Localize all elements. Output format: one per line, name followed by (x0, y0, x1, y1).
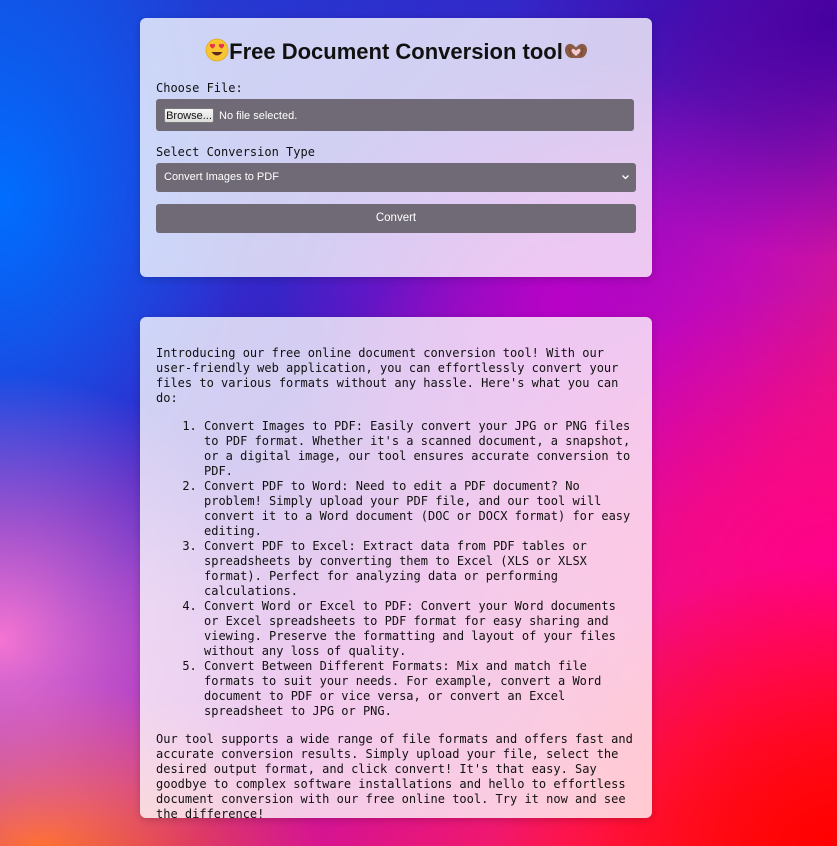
list-item: Convert PDF to Excel: Extract data from … (204, 539, 636, 599)
conversion-type-selected-value: Convert Images to PDF (164, 171, 279, 183)
browse-button[interactable]: Browse... (164, 108, 214, 123)
feature-list: Convert Images to PDF: Easily convert yo… (156, 419, 636, 719)
list-item: Convert Images to PDF: Easily convert yo… (204, 419, 636, 479)
conversion-type-label: Select Conversion Type (156, 145, 315, 159)
chevron-down-icon (621, 163, 630, 204)
file-field-label: Choose File: (156, 81, 243, 95)
outro-paragraph: Our tool supports a wide range of file f… (156, 732, 633, 821)
page-title: Free Document Conversion tool (156, 18, 636, 64)
star-struck-face-icon (205, 38, 229, 62)
conversion-type-select[interactable]: Convert Images to PDF (156, 163, 636, 192)
convert-button[interactable]: Convert (156, 204, 636, 233)
info-card: Introducing our free online document con… (140, 317, 652, 821)
heart-hands-icon (563, 38, 587, 62)
file-input[interactable]: Browse... No file selected. (156, 99, 634, 131)
intro-paragraph: Introducing our free online document con… (156, 346, 619, 405)
list-item: Convert Between Different Formats: Mix a… (204, 659, 636, 719)
list-item: Convert Word or Excel to PDF: Convert yo… (204, 599, 636, 659)
list-item: Convert PDF to Word: Need to edit a PDF … (204, 479, 636, 539)
converter-card: Free Document Conversion tool Choose Fil… (140, 18, 652, 277)
file-status-text: No file selected. (219, 110, 298, 122)
